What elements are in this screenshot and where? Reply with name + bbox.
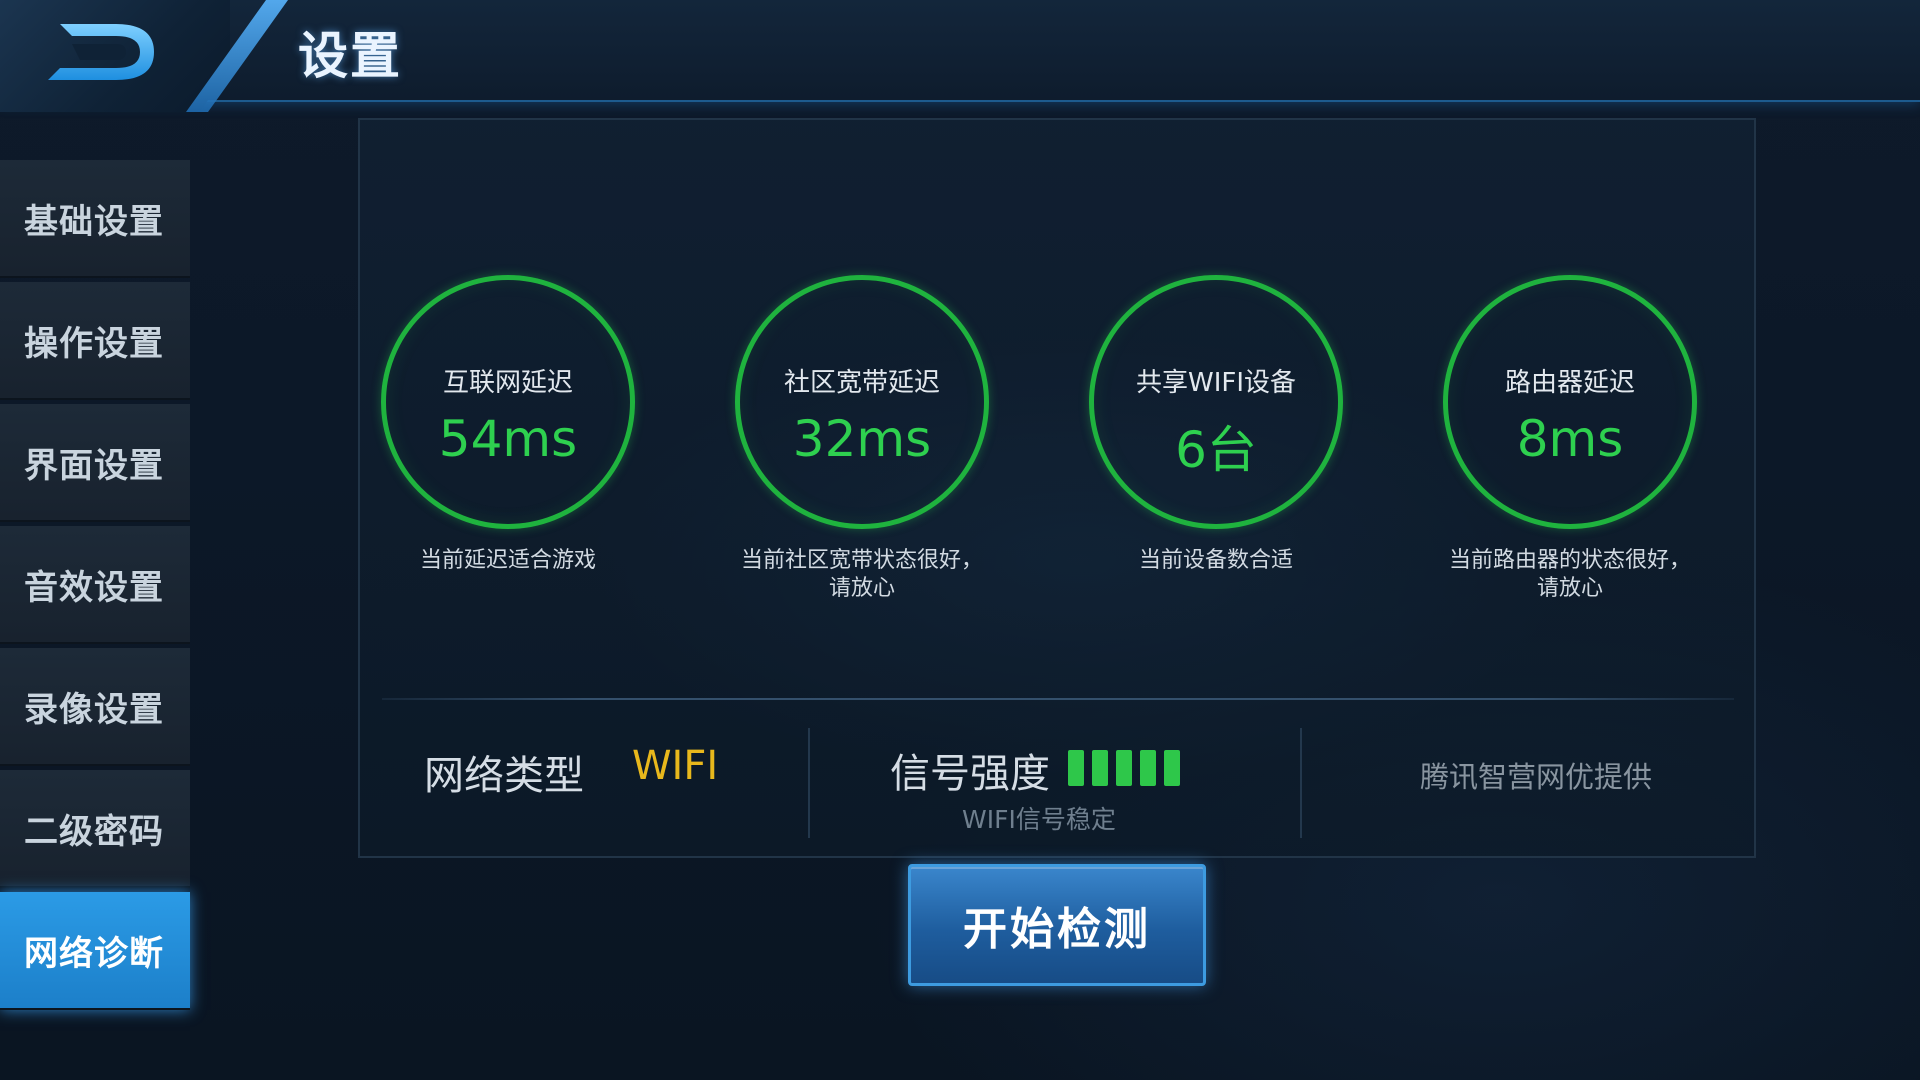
metric-description-line: 当前延迟适合游戏 [419, 548, 596, 573]
signal-status-text: WIFI信号稳定 [962, 805, 1116, 834]
info-separator [1300, 728, 1302, 838]
sidebar-item[interactable]: 网络诊断 [0, 892, 190, 1010]
signal-strength-label: 信号强度 [890, 751, 1050, 797]
sidebar-item[interactable]: 基础设置 [0, 160, 190, 278]
metric-description: 当前路由器的状态很好， 请放心 [1390, 547, 1750, 603]
metric-description-line: 当前路由器的状态很好， [1448, 548, 1691, 573]
network-diagnosis-panel: 互联网延迟 54ms 当前延迟适合游戏 社区宽带延迟 32ms 当前社区宽带状态很好， 请放… [358, 118, 1756, 858]
metric-value: 32ms [792, 410, 932, 468]
settings-screen: 设置 基础设置操作设置界面设置音效设置录像设置二级密码网络诊断 互联网延迟 54m… [0, 0, 1920, 1080]
metric-label: 社区宽带延迟 [783, 368, 940, 398]
metric-ring: 社区宽带延迟 32ms [735, 275, 989, 529]
network-type-label: 网络类型 [424, 753, 584, 799]
sidebar-item[interactable]: 录像设置 [0, 648, 190, 766]
sidebar-item-label: 音效设置 [24, 567, 164, 608]
metric-label: 互联网延迟 [442, 368, 573, 398]
panel-divider [382, 698, 1734, 700]
sidebar-item-label: 操作设置 [24, 323, 164, 364]
sidebar-item-label: 二级密码 [24, 811, 164, 852]
metric-description: 当前设备数合适 [1036, 547, 1396, 575]
sidebar-item-label: 基础设置 [24, 201, 164, 242]
metric-description-line: 当前社区宽带状态很好， [740, 548, 983, 573]
sidebar-item[interactable]: 界面设置 [0, 404, 190, 522]
sidebar: 基础设置操作设置界面设置音效设置录像设置二级密码网络诊断 [0, 160, 192, 1080]
metric-card: 互联网延迟 54ms 当前延迟适合游戏 [328, 275, 688, 575]
signal-bar [1068, 750, 1084, 786]
signal-bar [1164, 750, 1180, 786]
sidebar-item[interactable]: 二级密码 [0, 770, 190, 888]
metric-ring: 互联网延迟 54ms [381, 275, 635, 529]
metric-label: 共享WIFI设备 [1136, 368, 1296, 398]
info-separator [808, 728, 810, 838]
sidebar-item-label: 网络诊断 [24, 933, 164, 974]
metric-description-line: 请放心 [828, 576, 895, 601]
metric-ring: 共享WIFI设备 6台 [1089, 275, 1343, 529]
metric-card: 共享WIFI设备 6台当前设备数合适 [1036, 275, 1396, 575]
metric-label: 路由器延迟 [1504, 368, 1635, 398]
page-title: 设置 [298, 27, 402, 85]
signal-bar [1092, 750, 1108, 786]
metric-description-line: 请放心 [1536, 576, 1603, 601]
metric-value: 8ms [1516, 410, 1624, 468]
metric-card: 社区宽带延迟 32ms 当前社区宽带状态很好， 请放心 [682, 275, 1042, 603]
sidebar-item-label: 界面设置 [24, 445, 164, 486]
provider-credit: 腾讯智营网优提供 [1420, 760, 1653, 794]
metric-card: 路由器延迟 8ms 当前路由器的状态很好， 请放心 [1390, 275, 1750, 603]
metric-description: 当前延迟适合游戏 [328, 547, 688, 575]
metric-description-line: 当前设备数合适 [1138, 548, 1293, 573]
metric-description: 当前社区宽带状态很好， 请放心 [682, 547, 1042, 603]
metric-value: 54ms [438, 410, 578, 468]
start-detection-button[interactable]: 开始检测 [908, 864, 1206, 986]
signal-bar [1140, 750, 1156, 786]
top-bar: 设置 [0, 0, 1920, 112]
signal-bar [1116, 750, 1132, 786]
sidebar-item[interactable]: 操作设置 [0, 282, 190, 400]
sidebar-item[interactable]: 音效设置 [0, 526, 190, 644]
network-type-value: WIFI [632, 743, 719, 789]
sidebar-item-label: 录像设置 [24, 689, 164, 730]
metric-value: 6台 [1175, 421, 1257, 479]
back-arrow-icon[interactable] [42, 16, 162, 88]
metric-ring: 路由器延迟 8ms [1443, 275, 1697, 529]
signal-strength-bars [1068, 750, 1180, 786]
